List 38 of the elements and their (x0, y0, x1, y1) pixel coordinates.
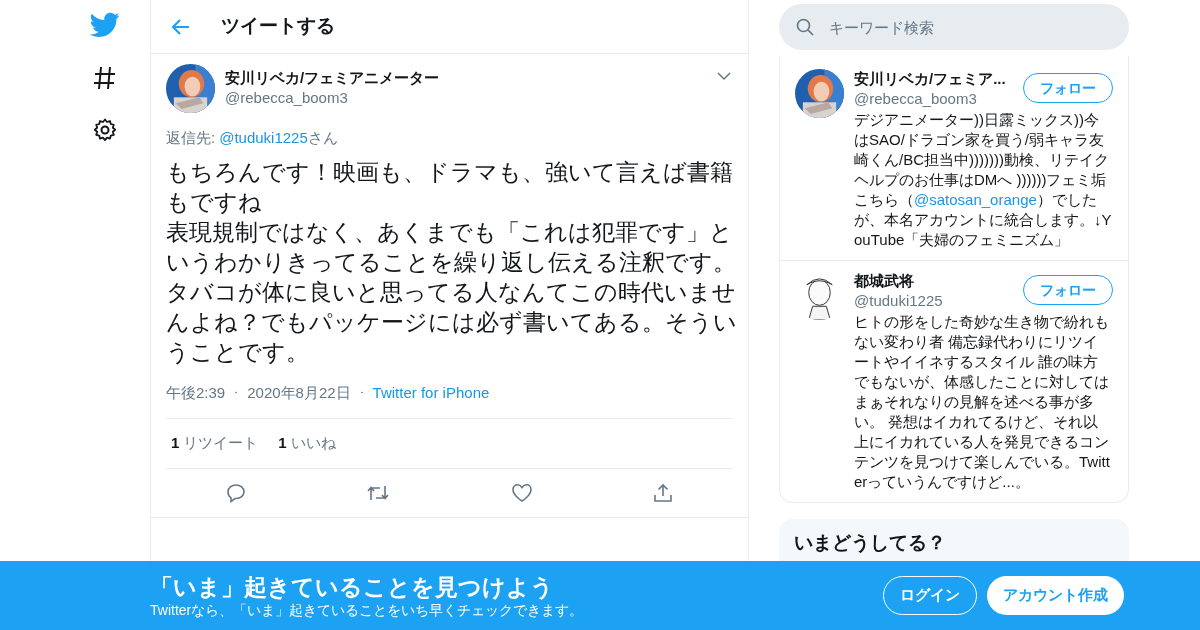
reply-suffix: さん (307, 128, 338, 148)
banner-title: 「いま」起きていることを見つけよう (150, 572, 555, 601)
tweet-text: タバコが体に良いと思ってる人なんてこの時代いませんよね？でもパッケージには必ず書いてある。そういうことです。 (166, 278, 738, 367)
user-handle[interactable]: @rebecca_boom3 (854, 89, 1006, 109)
signup-button[interactable]: アカウント作成 (987, 576, 1124, 615)
reply-label: 返信先: (166, 128, 216, 148)
mention-link[interactable]: @satosan_orange (914, 191, 1037, 208)
search-field[interactable]: キーワード検索 (779, 4, 1129, 50)
stat-link[interactable]: 1 いいね (278, 432, 336, 455)
reply-icon[interactable] (226, 483, 247, 503)
tweet-time: 午後2:39 (166, 382, 226, 403)
user-handle[interactable]: @tuduki1225 (854, 291, 943, 311)
retweet-icon[interactable] (366, 483, 391, 503)
trends-title: いまどうしてる？ (794, 532, 946, 553)
user-name[interactable]: 安川リベカ/フェミア... (854, 69, 1006, 89)
tweet-date: 2020年8月22日 (247, 382, 351, 403)
dot-separator: ・ (356, 386, 367, 401)
bird-icon[interactable] (90, 12, 120, 38)
user-bio: ヒトの形をした奇妙な生き物で紛れもない変わり者 備忘録代わりにリツイートやイイネするスタイル 誰の味方でもないが、体感したことに対してはまぁそれなりの見解を述べる事が多い。 発想はイカれてるけど、それ以上にイカれている人を発見できるコンテンツを見つけて楽しんでいる。Twitterっていうんですけど...。 (854, 312, 1111, 492)
hashtag-icon[interactable] (93, 65, 117, 91)
user-name[interactable]: 都城武将 (854, 271, 943, 291)
page-title: ツイートする (221, 14, 335, 39)
settings-icon[interactable] (93, 118, 117, 142)
chevron-down-icon[interactable] (717, 72, 731, 81)
tweet-text: 表現規制ではなく、あくまでも「これは犯罪です」というわかりきってることを繰り返し伝える注釈です。 (166, 218, 737, 277)
reply-mention-link[interactable]: @tuduki1225 (219, 127, 308, 150)
dot-separator: ・ (231, 386, 242, 401)
stat-link[interactable]: 1 リツイート (171, 432, 259, 455)
author-handle[interactable]: @rebecca_boom3 (225, 88, 440, 108)
author-name[interactable]: 安川リベカ/フェミアニメーター (225, 68, 440, 88)
banner-subtitle: Twitterなら、「いま」起きていることをいち早くチェックできます。 (150, 600, 584, 619)
source-link[interactable]: Twitter for iPhone (372, 381, 490, 404)
search-icon (795, 17, 815, 37)
user-bio: デジアニメーター))日露ミックス))今はSAO/ドラゴン家を買う/弱キャラ友崎くん/BC担当中)))))))動検、リテイクヘルプのお仕事はDMへ ))))))フェミ垢こちら（@satosan_orange）でしたが、本名アカウントに統合します。↓YouTube「夫婦のフェミニズム」 (854, 110, 1112, 250)
heart-icon[interactable] (510, 483, 533, 503)
share-icon[interactable] (652, 483, 673, 503)
back-arrow-icon[interactable] (171, 17, 191, 36)
tweet-text: もちろんです！映画も、ドラマも、強いて言えば書籍もですね (166, 158, 734, 217)
